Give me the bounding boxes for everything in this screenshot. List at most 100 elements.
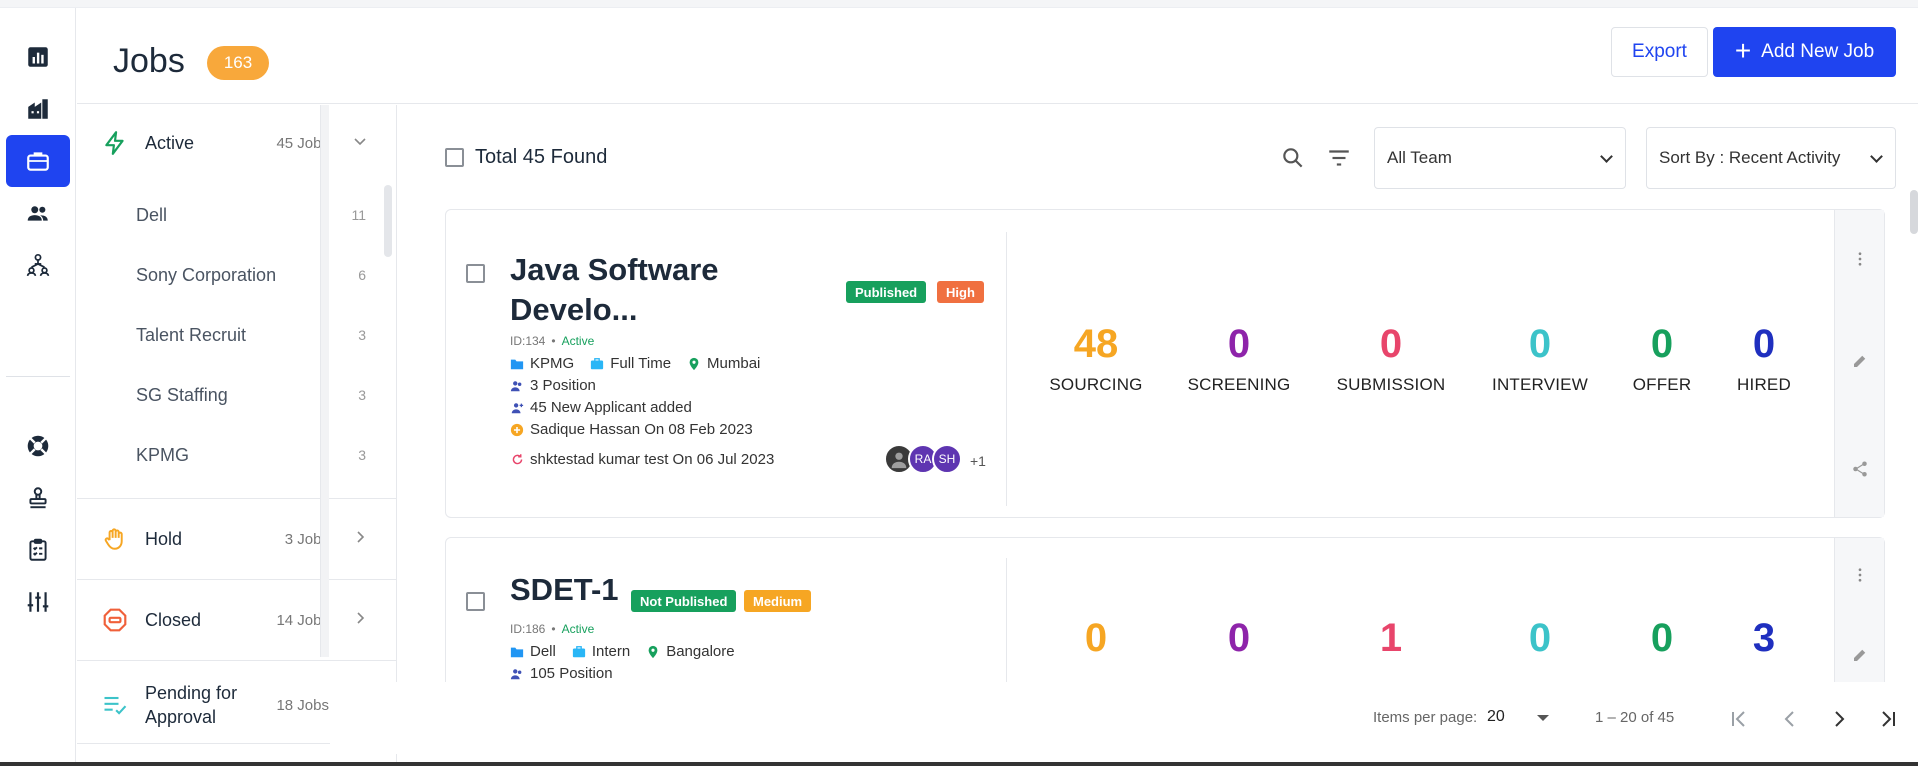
team-select[interactable]: All Team xyxy=(1374,127,1626,189)
share-icon[interactable] xyxy=(1849,458,1871,480)
stat-submission[interactable]: 1 xyxy=(1321,616,1461,661)
job-company: Dell xyxy=(530,643,556,660)
location-pin-icon xyxy=(646,645,660,659)
org-chart-icon[interactable] xyxy=(6,239,70,291)
company-name: KPMG xyxy=(136,444,190,465)
job-updated: shktestad kumar test On 06 Jul 2023 xyxy=(530,451,775,468)
chevron-down-icon xyxy=(1870,150,1883,163)
sidebar-scroll-track[interactable] xyxy=(320,105,329,657)
stamp-icon[interactable] xyxy=(6,472,70,524)
settings-sliders-icon[interactable] xyxy=(6,576,70,628)
clipboard-icon[interactable] xyxy=(6,524,70,576)
stat-sourcing[interactable]: 48 SOURCING xyxy=(1026,322,1166,395)
divider xyxy=(77,579,396,580)
status-closed[interactable]: Closed 14 Jobs xyxy=(77,600,396,640)
job-id: ID:186 xyxy=(510,622,546,636)
job-title[interactable]: SDET-1 xyxy=(510,570,619,610)
company-count: 3 xyxy=(358,387,366,403)
company-name: Talent Recruit xyxy=(136,324,247,345)
select-all-checkbox[interactable] xyxy=(445,148,464,167)
search-icon[interactable] xyxy=(1280,145,1306,171)
company-item-talent-recruit[interactable]: Talent Recruit 3 xyxy=(136,315,366,355)
chevron-right-icon xyxy=(353,611,367,630)
status-active-label: Active xyxy=(145,132,195,153)
chevron-right-icon xyxy=(353,530,367,549)
stat-hired[interactable]: 3 xyxy=(1694,616,1834,661)
created-row: Sadique Hassan On 08 Feb 2023 xyxy=(510,421,753,438)
sort-select[interactable]: Sort By : Recent Activity xyxy=(1646,127,1896,189)
stat-interview[interactable]: 0 xyxy=(1470,616,1610,661)
filter-icon[interactable] xyxy=(1326,145,1352,171)
job-created: Sadique Hassan On 08 Feb 2023 xyxy=(530,421,753,438)
job-info-row: Dell Intern Bangalore xyxy=(510,643,735,660)
folder-icon xyxy=(510,645,524,659)
published-badge: Published xyxy=(846,281,927,303)
stat-value: 0 xyxy=(1084,616,1108,660)
company-item-sony[interactable]: Sony Corporation 6 xyxy=(136,255,366,295)
jobs-briefcase-icon[interactable] xyxy=(6,135,70,187)
stat-hired[interactable]: 0 HIRED xyxy=(1694,322,1834,395)
add-new-job-button[interactable]: + Add New Job xyxy=(1713,27,1896,77)
job-company: KPMG xyxy=(530,355,575,372)
company-count: 3 xyxy=(358,327,366,343)
stat-label: HIRED xyxy=(1737,375,1791,394)
stat-screening[interactable]: 0 SCREENING xyxy=(1169,322,1309,395)
job-id-row: ID:134 • Active xyxy=(510,334,594,348)
company-count: 3 xyxy=(358,447,366,463)
stat-label: SOURCING xyxy=(1049,375,1143,394)
edit-pencil-icon[interactable] xyxy=(1849,644,1871,666)
priority-badge: Medium xyxy=(744,590,812,612)
more-vertical-icon[interactable] xyxy=(1849,564,1871,586)
job-type: Full Time xyxy=(610,355,672,372)
stop-octagon-icon xyxy=(101,606,129,634)
avatar[interactable]: SH xyxy=(932,444,962,474)
company-icon[interactable] xyxy=(6,83,70,135)
first-page-icon[interactable] xyxy=(1722,702,1756,736)
export-button[interactable]: Export xyxy=(1611,27,1708,77)
jobs-count-badge: 163 xyxy=(207,46,269,80)
add-circle-icon xyxy=(510,423,524,437)
job-id: ID:134 xyxy=(510,334,546,348)
support-icon[interactable] xyxy=(6,420,70,472)
stat-interview[interactable]: 0 INTERVIEW xyxy=(1470,322,1610,395)
previous-page-icon[interactable] xyxy=(1773,702,1807,736)
divider xyxy=(77,498,396,499)
items-per-page-label: Items per page: xyxy=(1373,709,1478,726)
bottom-edge xyxy=(0,762,1918,766)
job-select-checkbox[interactable] xyxy=(466,592,485,611)
more-avatars-count[interactable]: +1 xyxy=(970,453,986,469)
company-count: 11 xyxy=(351,207,366,223)
lightning-icon xyxy=(101,129,129,157)
location-pin-icon xyxy=(687,357,701,371)
positions-row: 105 Position xyxy=(510,665,613,682)
job-location: Mumbai xyxy=(707,355,761,372)
stat-value: 0 xyxy=(1227,616,1251,660)
analytics-icon[interactable] xyxy=(6,31,70,83)
divider xyxy=(77,660,396,661)
dot-separator: • xyxy=(551,622,556,636)
stat-sourcing[interactable]: 0 xyxy=(1026,616,1166,661)
more-vertical-icon[interactable] xyxy=(1849,248,1871,270)
company-item-kpmg[interactable]: KPMG 3 xyxy=(136,435,366,475)
team-select-value: All Team xyxy=(1387,148,1452,167)
edit-pencil-icon[interactable] xyxy=(1849,350,1871,372)
job-positions: 105 Position xyxy=(530,665,613,682)
job-select-checkbox[interactable] xyxy=(466,264,485,283)
job-title[interactable]: Java Software Develo... xyxy=(510,250,770,330)
card-actions xyxy=(1834,210,1884,517)
next-page-icon[interactable] xyxy=(1822,702,1856,736)
company-name: Dell xyxy=(136,204,168,225)
job-card[interactable]: Java Software Develo... Published High I… xyxy=(445,209,1885,518)
company-item-sg-staffing[interactable]: SG Staffing 3 xyxy=(136,375,366,415)
candidates-icon[interactable] xyxy=(6,187,70,239)
stat-value: 0 xyxy=(1752,322,1776,366)
company-name: SG Staffing xyxy=(136,384,228,405)
content-scrollbar-thumb[interactable] xyxy=(1910,190,1918,234)
status-hold[interactable]: Hold 3 Jobs xyxy=(77,519,396,559)
last-page-icon[interactable] xyxy=(1871,702,1905,736)
page-size-select[interactable]: 20 xyxy=(1487,708,1557,726)
stat-screening[interactable]: 0 xyxy=(1169,616,1309,661)
stat-submission[interactable]: 0 SUBMISSION xyxy=(1321,322,1461,395)
briefcase-icon xyxy=(590,357,604,371)
stat-value: 0 xyxy=(1227,322,1251,366)
